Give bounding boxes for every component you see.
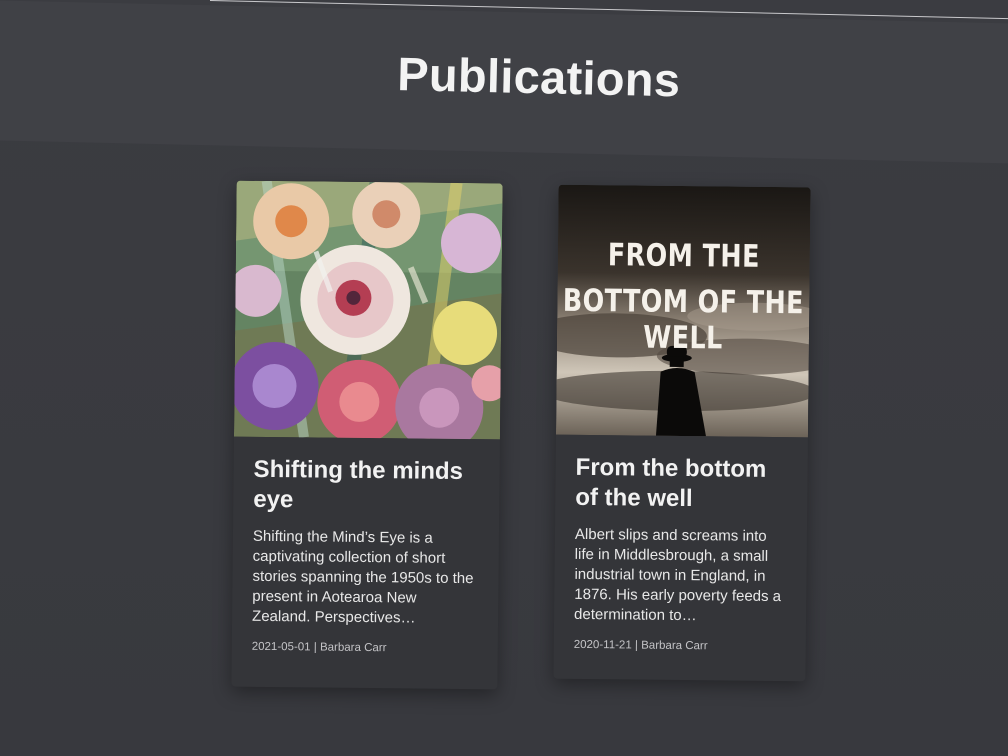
publication-date: 2021-05-01: [251, 640, 311, 654]
publication-meta: 2021-05-01 | Barbara Carr: [252, 641, 478, 655]
meta-separator: |: [313, 641, 317, 654]
publication-excerpt: Shifting the Mind’s Eye is a captivating…: [252, 527, 474, 627]
publication-excerpt: Albert slips and screams into life in Mi…: [574, 525, 782, 625]
meta-separator: |: [634, 639, 639, 652]
publication-title[interactable]: Shifting the minds eye: [253, 455, 480, 517]
card-body: Shifting the minds eye Shifting the Mind…: [232, 437, 500, 656]
publication-card-shifting-the-minds-eye[interactable]: Shifting the minds eye Shifting the Mind…: [231, 180, 503, 690]
book-cover-image[interactable]: [233, 180, 503, 440]
card-body: From the bottom of the well Albert slips…: [554, 435, 808, 654]
publication-author[interactable]: Barbara Carr: [320, 642, 387, 655]
book-cover-image[interactable]: FROM THE BOTTOM OF THE WELL: [555, 184, 811, 438]
cover-title-line-2: BOTTOM OF THE WELL: [562, 282, 805, 357]
publication-card-from-the-bottom-of-the-well[interactable]: FROM THE BOTTOM OF THE WELL From the bot…: [553, 184, 811, 682]
cover-title-line-1: FROM THE: [607, 237, 761, 275]
publication-author[interactable]: Barbara Carr: [641, 640, 708, 653]
publication-title[interactable]: From the bottom of the well: [575, 453, 788, 515]
publication-meta: 2020-11-21 | Barbara Carr: [574, 639, 786, 653]
floral-painting-cover-icon: [233, 180, 503, 440]
publications-page: Publications Shifting the minds eye Shif…: [0, 0, 1008, 756]
publication-date: 2020-11-21: [573, 638, 632, 652]
page-title: Publications: [396, 46, 681, 107]
